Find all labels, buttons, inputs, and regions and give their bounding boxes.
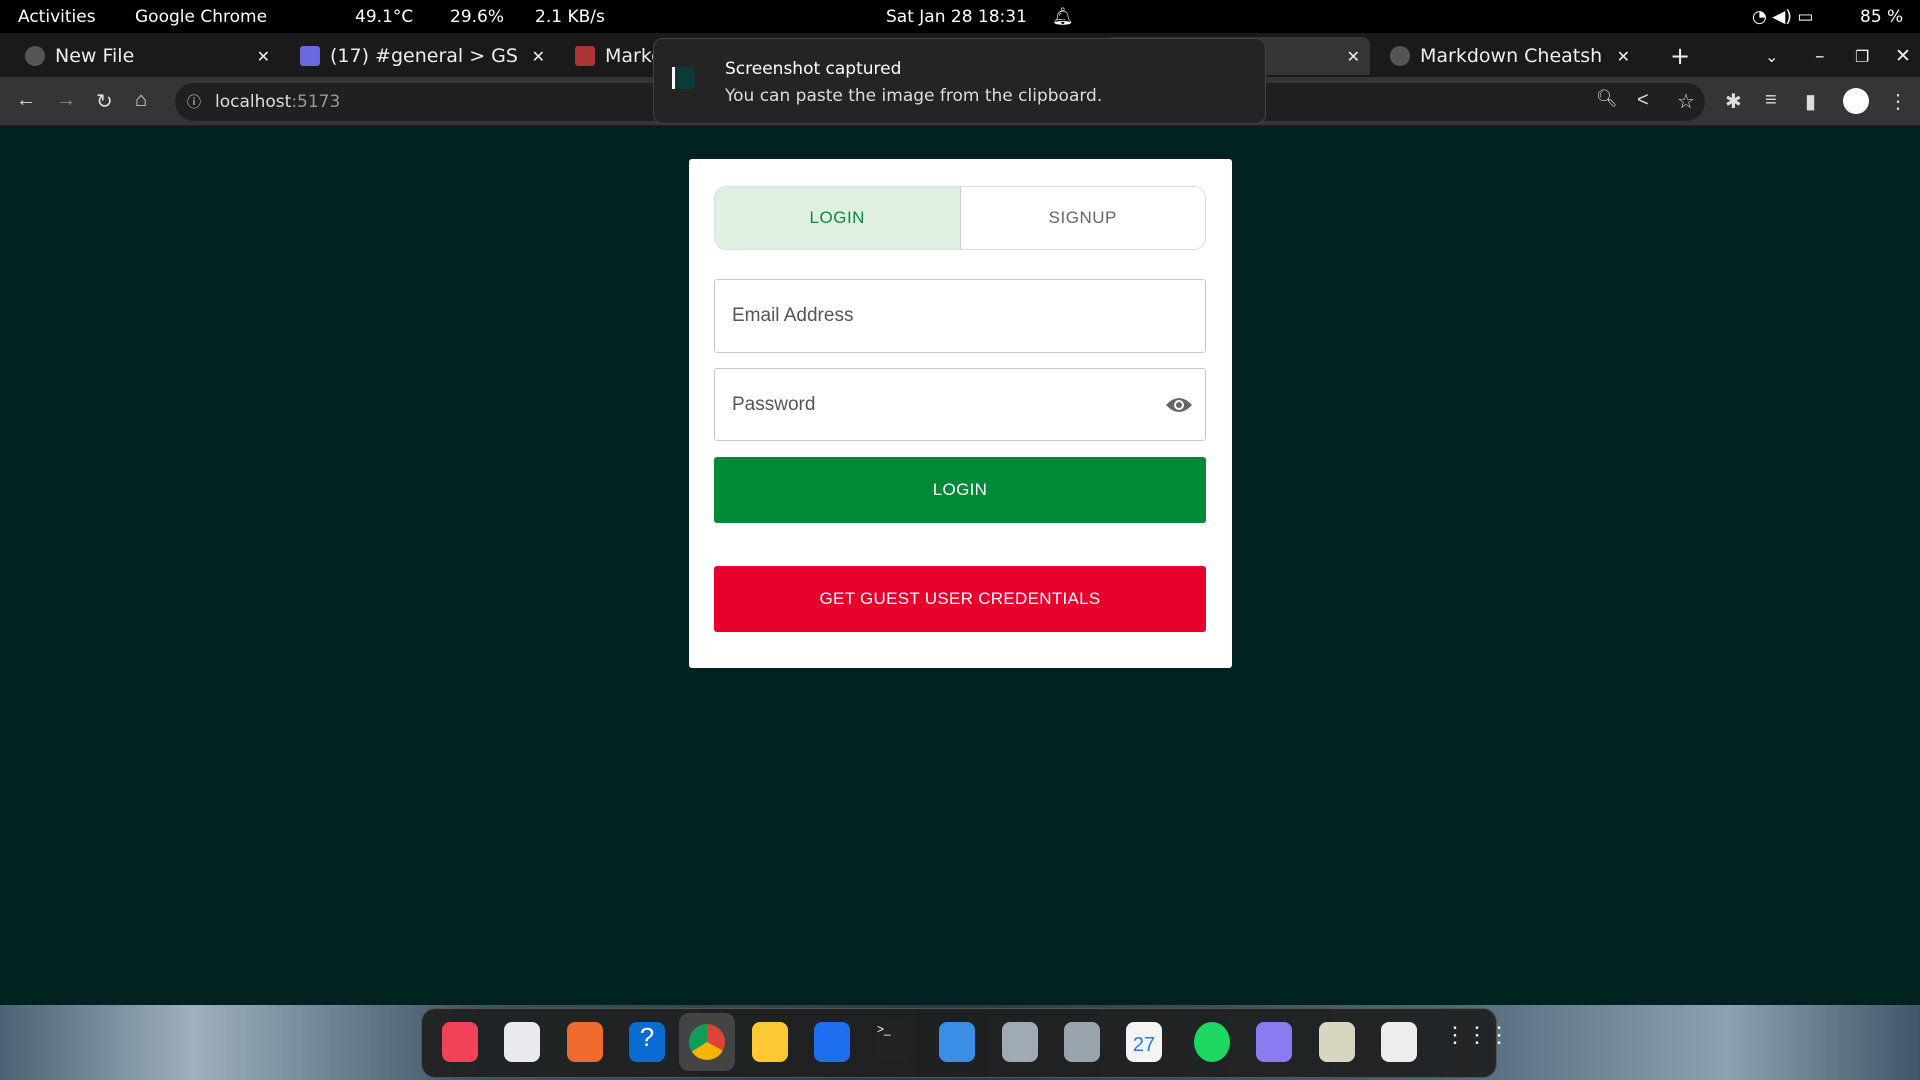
dock-camera[interactable] (1256, 1022, 1292, 1062)
share-icon[interactable]: < (1637, 89, 1649, 112)
dock-spotify[interactable] (1194, 1022, 1230, 1062)
close-tab-icon[interactable]: ✕ (257, 47, 270, 66)
dock-settings[interactable] (1064, 1022, 1100, 1062)
chrome-icon (689, 1024, 725, 1060)
github-icon (1390, 46, 1410, 66)
login-button[interactable]: LOGIN (714, 457, 1206, 523)
reload-icon[interactable]: ↻ (96, 89, 113, 114)
close-tab-icon[interactable]: ✕ (1617, 47, 1630, 66)
battery-indicator[interactable]: 85 % (1860, 7, 1903, 27)
dock-help[interactable]: ? (629, 1022, 665, 1062)
cpu-indicator: 29.6% (450, 6, 505, 27)
clock[interactable]: Sat Jan 28 18:31 (886, 7, 1027, 27)
dock-app-center[interactable] (567, 1022, 603, 1062)
network-speed-indicator: 2.1 KB/s (535, 6, 605, 27)
zoom-icon[interactable]: 🔍︎ (1596, 89, 1618, 109)
dock-vscode[interactable] (814, 1022, 850, 1062)
system-tray-icons[interactable]: ◔ ◀) ▭ (1752, 7, 1813, 27)
dock-toggle[interactable] (1002, 1022, 1038, 1062)
new-tab-button[interactable]: + (1660, 37, 1690, 75)
home-icon[interactable]: ⌂ (135, 89, 147, 112)
auth-tabs: LOGIN SIGNUP (714, 186, 1206, 250)
tab-new-file[interactable]: New File ✕ (15, 37, 280, 75)
activities-button[interactable]: Activities (18, 7, 96, 27)
bookmark-star-icon[interactable]: ☆ (1677, 89, 1695, 114)
screenshot-notification[interactable]: Screenshot captured You can paste the im… (653, 38, 1266, 124)
system-top-bar: Activities Google Chrome 49.1°C 29.6% 2.… (0, 0, 1920, 33)
temperature-indicator: 49.1°C (355, 6, 414, 27)
tab-markdown[interactable]: Marko (565, 37, 663, 75)
side-panel-icon[interactable]: ▮ (1805, 89, 1816, 114)
close-window-button[interactable]: ✕ (1885, 37, 1911, 75)
info-icon[interactable]: ⓘ (187, 92, 201, 112)
tab-markdown-cheatsheet[interactable]: Markdown Cheatsh ✕ (1380, 37, 1640, 75)
tab-search-chevron-icon[interactable]: ⌄ (1755, 37, 1778, 75)
restore-button[interactable]: ❐ (1845, 37, 1869, 75)
reading-list-icon[interactable]: ≡ (1765, 89, 1777, 112)
profile-avatar[interactable] (1843, 88, 1869, 114)
menu-icon[interactable]: ⋮ (1888, 89, 1908, 114)
tab-favicon (575, 46, 595, 66)
dock-music[interactable] (442, 1022, 478, 1062)
tab-slack[interactable]: (17) #general > GS ✕ (290, 37, 555, 75)
dock-chrome[interactable] (679, 1013, 735, 1071)
tab-login[interactable]: LOGIN (715, 187, 961, 249)
minimize-button[interactable]: – (1805, 37, 1825, 75)
password-field[interactable]: Password (714, 368, 1206, 441)
dock-writer[interactable] (504, 1022, 540, 1062)
screenshot-thumbnail-icon (672, 67, 694, 89)
dock-calendar[interactable]: 27 (1126, 1022, 1162, 1062)
eye-icon[interactable] (1165, 395, 1193, 415)
github-icon (25, 46, 45, 66)
dock: ? >_ 27 ⋮⋮⋮ (421, 1008, 1510, 1078)
active-app-menu[interactable]: Google Chrome (135, 7, 267, 27)
auth-card: LOGIN SIGNUP Email Address Password LOGI… (689, 159, 1232, 668)
forward-icon[interactable]: → (56, 89, 76, 112)
notification-message: You can paste the image from the clipboa… (725, 86, 1103, 106)
slack-icon (300, 46, 320, 66)
close-tab-icon[interactable]: ✕ (1347, 47, 1360, 66)
back-icon[interactable]: ← (16, 89, 36, 112)
email-field[interactable]: Email Address (714, 279, 1206, 353)
guest-credentials-button[interactable]: GET GUEST USER CREDENTIALS (714, 566, 1206, 632)
notification-title: Screenshot captured (725, 59, 902, 79)
dock-files[interactable] (752, 1022, 788, 1062)
tab-signup[interactable]: SIGNUP (961, 187, 1206, 249)
bell-icon[interactable]: 🔔︎ (1052, 7, 1074, 27)
extensions-icon[interactable]: ✱ (1725, 89, 1742, 114)
app-grid-icon[interactable]: ⋮⋮⋮ (1444, 1022, 1510, 1062)
close-tab-icon[interactable]: ✕ (532, 47, 545, 66)
dock-extensions[interactable] (939, 1022, 975, 1062)
dock-text-editor[interactable] (1319, 1022, 1355, 1062)
dock-trash[interactable] (1381, 1022, 1417, 1062)
dock-terminal[interactable]: >_ (877, 1022, 913, 1062)
